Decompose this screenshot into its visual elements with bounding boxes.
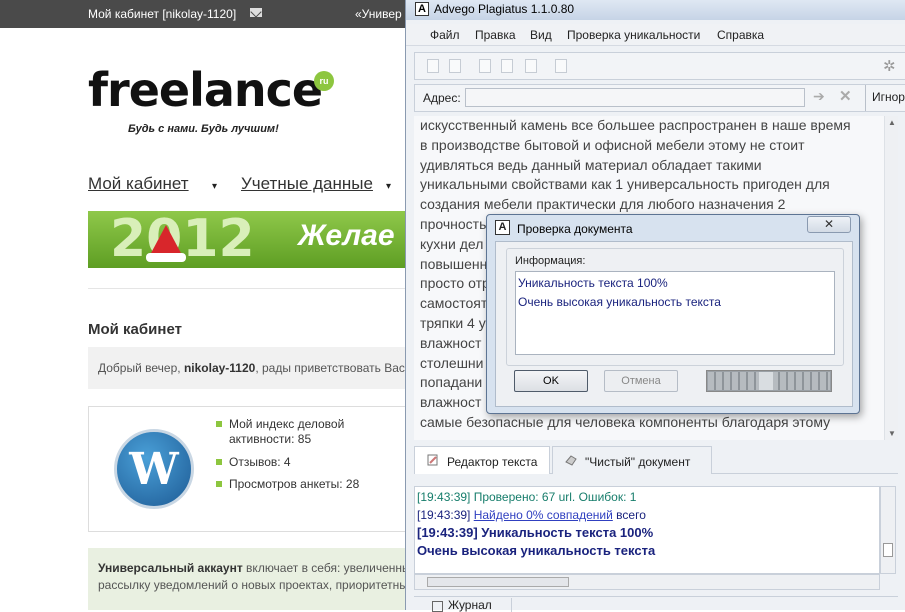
eraser-icon [565, 455, 577, 466]
greeting-suffix: , рады приветствовать Вас [255, 361, 405, 375]
universal-account-promo: Универсальный аккаунт включает в себя: у… [88, 548, 410, 610]
menu-edit[interactable]: Правка [475, 28, 516, 42]
log-panel[interactable]: [19:43:39] Проверено: 67 url. Ошибок: 1 … [414, 486, 880, 574]
address-bar: Адрес: ➔ ✕ Игнор [414, 84, 905, 112]
stat-profile-views: Просмотров анкеты: 28 [216, 477, 359, 492]
dialog-title: Проверка документа [517, 222, 633, 236]
progress-bar [706, 370, 832, 392]
tab-label: Редактор текста [447, 455, 538, 469]
info-label: Информация: [515, 255, 586, 267]
promo-line1: включает в себя: увеличенный [242, 561, 410, 575]
editor-line[interactable]: самые безопасные для человека компоненты… [420, 413, 878, 433]
check-document-dialog: A Проверка документа ✕ Информация: Уника… [486, 214, 860, 414]
menu-bar: Файл Правка Вид Проверка уникальности Сп… [406, 24, 905, 46]
window-title: Advego Plagiatus 1.1.0.80 [434, 2, 575, 16]
cancel-button[interactable]: Отмена [604, 370, 678, 392]
editor-line[interactable]: удивляться ведь данный материал обладает… [420, 156, 878, 176]
mail-icon[interactable] [250, 8, 262, 17]
dropdown-arrow-icon[interactable]: ▾ [386, 181, 391, 192]
menu-file[interactable]: Файл [430, 28, 460, 42]
nav-my-cabinet[interactable]: Мой кабинет [88, 174, 189, 194]
log-line: [19:43:39] Проверено: 67 url. Ошибок: 1 [417, 490, 637, 504]
advego-app-icon: A [495, 220, 510, 235]
info-line-verdict: Очень высокая уникальность текста [518, 295, 721, 309]
dialog-close-button[interactable]: ✕ [807, 216, 851, 233]
check-tool-icon[interactable] [555, 59, 567, 73]
editor-line[interactable]: искусственный камень все большее распрос… [420, 116, 878, 136]
toolbar: ✲ [414, 52, 905, 80]
tab-label: "Чистый" документ [585, 455, 691, 469]
nav-account-data[interactable]: Учетные данные [241, 174, 373, 194]
bottom-tabs: Журнал [414, 596, 898, 612]
divider [88, 288, 410, 289]
info-group: Информация: Уникальность текста 100% Оче… [506, 248, 844, 366]
scroll-down-icon[interactable]: ▼ [888, 429, 896, 438]
wordpress-logo-icon[interactable]: W [114, 429, 194, 509]
bullet-icon [216, 481, 222, 487]
editor-line[interactable]: в производстве бытовой и офисной мебели … [420, 136, 878, 156]
editor-line[interactable]: уникальными свойствами как 1 универсальн… [420, 175, 878, 195]
santa-hat-icon [150, 225, 182, 255]
log-line: [19:43:39] Уникальность текста 100% [417, 525, 654, 540]
progress-glow [759, 372, 773, 390]
new-document-icon[interactable] [427, 59, 439, 73]
greeting-user: nikolay-1120 [183, 361, 256, 375]
gear-icon[interactable]: ✲ [883, 57, 896, 75]
menu-view[interactable]: Вид [530, 28, 552, 42]
page-title: Мой кабинет [88, 321, 182, 338]
info-line-uniqueness: Уникальность текста 100% [518, 276, 668, 290]
bullet-icon [216, 421, 222, 427]
paste-icon[interactable] [525, 59, 537, 73]
address-label: Адрес: [423, 91, 461, 105]
site-top-bar: Мой кабинет [nikolay-1120] «Универ [0, 0, 410, 28]
log-horizontal-scrollbar[interactable] [414, 574, 880, 590]
universal-top-link[interactable]: «Универ [355, 7, 402, 21]
cut-icon[interactable] [479, 59, 491, 73]
window-title-bar[interactable]: A Advego Plagiatus 1.1.0.80 [406, 0, 905, 20]
ignore-button[interactable]: Игнор [865, 85, 905, 111]
scroll-thumb[interactable] [427, 577, 569, 587]
promo-bold[interactable]: Универсальный аккаунт [98, 561, 243, 575]
ok-button[interactable]: OK [514, 370, 588, 392]
log-vertical-scrollbar[interactable] [880, 486, 896, 574]
editor-line[interactable]: создания мебели практически для любого н… [420, 195, 878, 215]
address-input[interactable] [465, 88, 805, 107]
close-icon[interactable]: ✕ [839, 87, 852, 105]
pencil-icon [427, 454, 438, 466]
dialog-body: Информация: Уникальность текста 100% Оче… [495, 241, 853, 407]
promo-line2: рассылку уведомлений о новых проектах, п… [98, 578, 410, 592]
site-slogan: Будь с нами. Будь лучшим! [128, 123, 279, 135]
log-line: [19:43:39] Найдено 0% совпадений всего [417, 507, 646, 522]
tab-clean-document[interactable]: "Чистый" документ [552, 446, 712, 474]
editor-tabs: Редактор текста "Чистый" документ [414, 444, 898, 474]
scroll-thumb[interactable] [883, 543, 893, 557]
menu-uniqueness-check[interactable]: Проверка уникальности [567, 28, 700, 42]
menu-help[interactable]: Справка [717, 28, 764, 42]
stat-activity-index: Мой индекс деловой активности: 85 [216, 417, 366, 447]
greeting-bar: Добрый вечер, nikolay-1120, рады приветс… [88, 347, 410, 389]
bullet-icon [216, 459, 222, 465]
banner-text: Желае [298, 219, 395, 252]
santa-hat-brim [146, 253, 186, 262]
info-text-box[interactable]: Уникальность текста 100% Очень высокая у… [515, 271, 835, 355]
log-line: Очень высокая уникальность текста [417, 542, 656, 558]
dropdown-arrow-icon[interactable]: ▾ [212, 181, 217, 192]
tab-text-editor[interactable]: Редактор текста [414, 446, 550, 474]
new-year-banner[interactable]: 2012 Желае [88, 211, 410, 268]
go-arrow-icon[interactable]: ➔ [813, 88, 825, 105]
editor-vertical-scrollbar[interactable]: ▲ ▼ [884, 116, 898, 440]
website-page: Мой кабинет [nikolay-1120] «Универ freel… [0, 0, 410, 610]
matches-link[interactable]: Найдено 0% совпадений [474, 508, 613, 522]
scroll-up-icon[interactable]: ▲ [888, 118, 896, 127]
logo-ru-badge: ru [314, 71, 334, 91]
stat-reviews[interactable]: Отзывов: 4 [216, 455, 291, 470]
open-document-icon[interactable] [449, 59, 461, 73]
my-cabinet-top-link[interactable]: Мой кабинет [nikolay-1120] [88, 7, 236, 21]
advego-app-icon: A [415, 2, 429, 16]
copy-icon[interactable] [501, 59, 513, 73]
freelance-logo[interactable]: freelance [88, 60, 323, 120]
greeting-prefix: Добрый вечер, [98, 361, 184, 375]
